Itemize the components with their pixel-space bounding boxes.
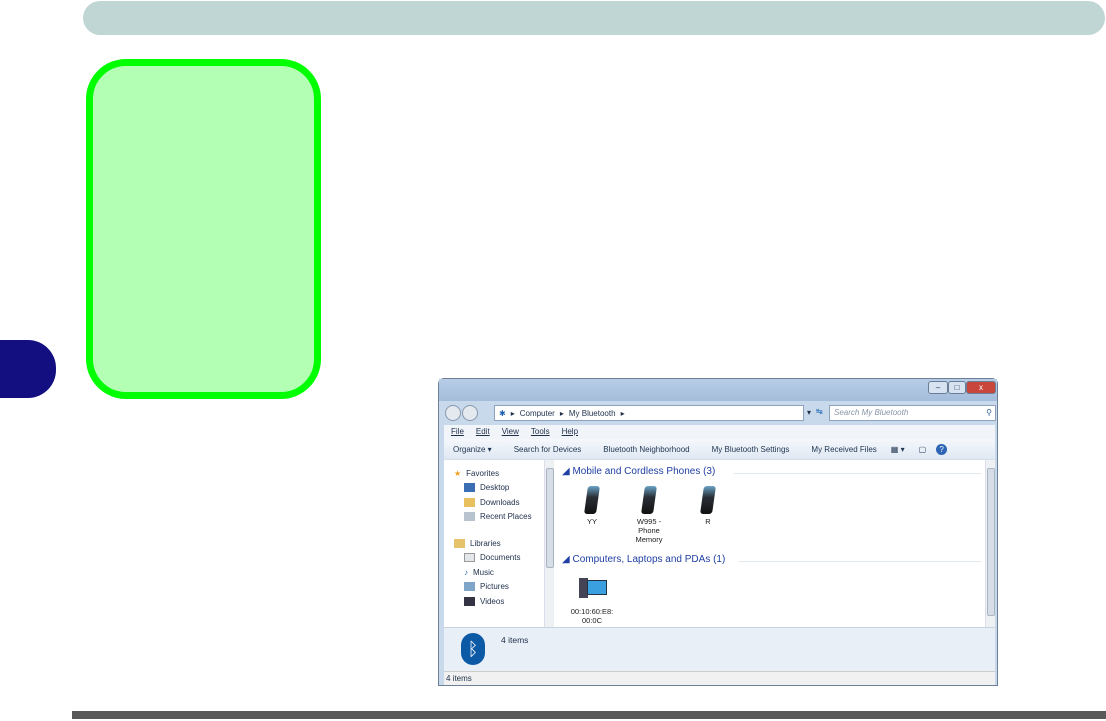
- menu-bar: File Edit View Tools Help: [444, 425, 995, 439]
- status-item-count: 4 items: [446, 674, 472, 683]
- libraries-icon: [454, 538, 465, 548]
- nav-downloads[interactable]: Downloads: [454, 495, 544, 510]
- bluetooth-icon: ✱: [499, 408, 506, 418]
- desktop-icon: [464, 483, 475, 493]
- details-item-count: 4 items: [501, 635, 529, 645]
- nav-scrollbar[interactable]: [544, 460, 554, 628]
- explorer-window: – □ x ✱ ▸ Computer ▸ My Bluetooth ▸ ▾ ↹ …: [438, 378, 998, 686]
- nav-videos[interactable]: Videos: [454, 594, 544, 609]
- preview-pane-icon[interactable]: ▢: [919, 445, 927, 454]
- group-header-phones[interactable]: ◢ Mobile and Cordless Phones (3): [562, 466, 715, 477]
- menu-tools[interactable]: Tools: [531, 427, 550, 437]
- bluetooth-settings-button[interactable]: My Bluetooth Settings: [712, 445, 790, 454]
- minimize-button[interactable]: –: [928, 381, 948, 394]
- footer-rule: [72, 711, 1106, 719]
- menu-edit[interactable]: Edit: [476, 427, 490, 437]
- recent-places-icon: [464, 512, 475, 522]
- sidebar-note-box: [86, 59, 321, 399]
- address-bar[interactable]: ✱ ▸ Computer ▸ My Bluetooth ▸: [494, 405, 804, 421]
- menu-view[interactable]: View: [502, 427, 519, 437]
- nav-desktop[interactable]: Desktop: [454, 481, 544, 496]
- breadcrumb-my-bluetooth[interactable]: My Bluetooth: [569, 409, 616, 418]
- bluetooth-logo-icon: ᛒ: [461, 633, 485, 665]
- pictures-icon: [464, 582, 475, 592]
- nav-favorites[interactable]: ★ Favorites: [454, 466, 544, 481]
- search-devices-button[interactable]: Search for Devices: [514, 445, 582, 454]
- command-bar: Organize ▾ Search for Devices Bluetooth …: [444, 439, 995, 459]
- documents-icon: [464, 553, 475, 563]
- status-bar: 4 items: [444, 671, 995, 685]
- nav-recent-places[interactable]: Recent Places: [454, 510, 544, 525]
- phone-icon: [584, 486, 600, 514]
- menu-help[interactable]: Help: [562, 427, 578, 437]
- chapter-tab: [0, 340, 56, 398]
- computer-icon: [575, 576, 609, 604]
- details-pane: ᛒ 4 items: [444, 627, 995, 671]
- received-files-button[interactable]: My Received Files: [811, 445, 876, 454]
- menu-file[interactable]: File: [451, 427, 464, 437]
- views-icon[interactable]: ▦ ▾: [891, 445, 905, 454]
- maximize-button[interactable]: □: [948, 381, 966, 394]
- nav-music[interactable]: ♪ Music: [454, 565, 544, 580]
- breadcrumb-computer[interactable]: Computer: [520, 409, 555, 418]
- device-yy[interactable]: YY: [570, 486, 614, 526]
- nav-pictures[interactable]: Pictures: [454, 580, 544, 595]
- organize-button[interactable]: Organize ▾: [453, 445, 492, 454]
- refresh-icon[interactable]: ↹: [816, 407, 823, 416]
- device-computer[interactable]: 00:10:60:E8: 00:0C: [567, 576, 617, 625]
- search-input[interactable]: Search My Bluetooth ⚲: [829, 405, 996, 421]
- device-r[interactable]: R: [686, 486, 730, 526]
- dropdown-arrow-icon[interactable]: ▾: [807, 408, 811, 417]
- title-bar: – □ x: [439, 379, 997, 401]
- phone-icon: [641, 486, 657, 514]
- music-icon: ♪: [464, 567, 468, 577]
- navigation-pane: ★ Favorites Desktop Downloads Recent Plac…: [444, 460, 544, 628]
- device-w995[interactable]: W995 - Phone Memory: [627, 486, 671, 544]
- nav-libraries[interactable]: Libraries: [454, 536, 544, 551]
- nav-documents[interactable]: Documents: [454, 551, 544, 566]
- help-icon[interactable]: ?: [936, 443, 948, 455]
- videos-icon: [464, 596, 475, 606]
- page-header-bar: [83, 1, 1105, 35]
- search-icon: ⚲: [986, 408, 992, 417]
- close-button[interactable]: x: [966, 381, 996, 394]
- star-icon: ★: [454, 468, 462, 478]
- content-scrollbar[interactable]: [985, 460, 995, 628]
- group-header-computers[interactable]: ◢ Computers, Laptops and PDAs (1): [562, 554, 725, 565]
- bluetooth-neighborhood-button[interactable]: Bluetooth Neighborhood: [603, 445, 689, 454]
- back-button[interactable]: [445, 405, 461, 421]
- phone-icon: [700, 486, 716, 514]
- downloads-icon: [464, 497, 475, 507]
- forward-button[interactable]: [462, 405, 478, 421]
